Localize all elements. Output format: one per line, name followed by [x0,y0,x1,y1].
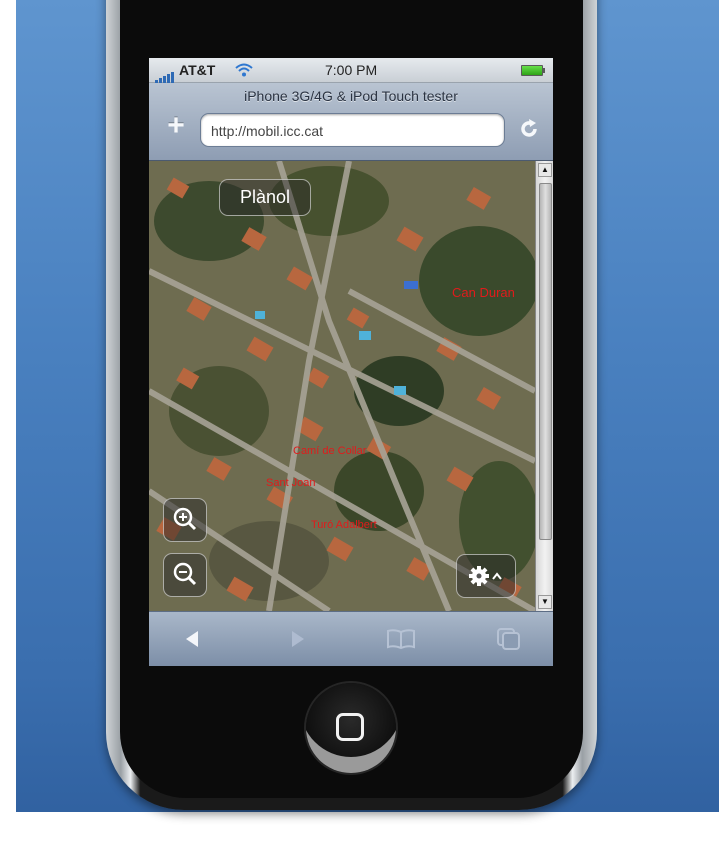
backdrop-bottom [16,812,719,841]
map-label: Can Duran [452,285,515,300]
map-label: Turó Adalbert [311,519,377,531]
browser-toolbar: iPhone 3G/4G & iPod Touch tester + http:… [149,83,553,161]
aerial-map[interactable]: Can Duran Camí de Collar Sant Joan Turó … [149,161,535,611]
scroll-down-arrow[interactable]: ▼ [538,595,552,609]
back-button[interactable] [173,624,213,654]
battery-icon [521,65,545,76]
map-label: Camí de Collar [293,445,367,457]
map-mode-button[interactable]: Plànol [219,179,311,216]
forward-button[interactable] [277,624,317,654]
home-button[interactable] [306,683,396,773]
zoom-in-button[interactable] [163,498,207,542]
signal-icon [155,65,175,83]
map-scrollbar[interactable]: ▲ ▼ [535,161,553,611]
gear-icon [469,566,502,586]
aerial-imagery [149,161,535,611]
scroll-thumb[interactable] [539,183,552,540]
pages-button[interactable] [489,624,529,654]
page-title: iPhone 3G/4G & iPod Touch tester [244,88,458,104]
zoom-out-icon [173,562,197,586]
status-time: 7:00 PM [325,62,378,78]
phone-screen: AT&T 7:00 PM iPhone 3G/4G & iPod Touch t… [149,58,553,666]
home-square-icon [336,713,364,741]
forward-arrow-icon [292,631,304,647]
pages-icon [497,628,520,650]
reload-icon [521,119,537,137]
zoom-out-button[interactable] [163,553,207,597]
back-arrow-icon [186,631,198,647]
bookmarks-icon [387,629,415,650]
bottom-toolbar [149,611,553,666]
scroll-up-arrow[interactable]: ▲ [538,163,552,177]
zoom-in-icon [173,507,197,531]
url-field[interactable]: http://mobil.icc.cat [200,113,505,147]
bookmarks-button[interactable] [381,624,421,654]
map-label: Sant Joan [266,477,316,489]
carrier-name: AT&T [179,62,216,78]
wifi-icon [235,63,253,77]
reload-button[interactable] [515,113,543,145]
status-bar: AT&T 7:00 PM [149,58,553,83]
map-settings-button[interactable] [456,554,516,598]
add-bookmark-button[interactable]: + [163,111,189,141]
